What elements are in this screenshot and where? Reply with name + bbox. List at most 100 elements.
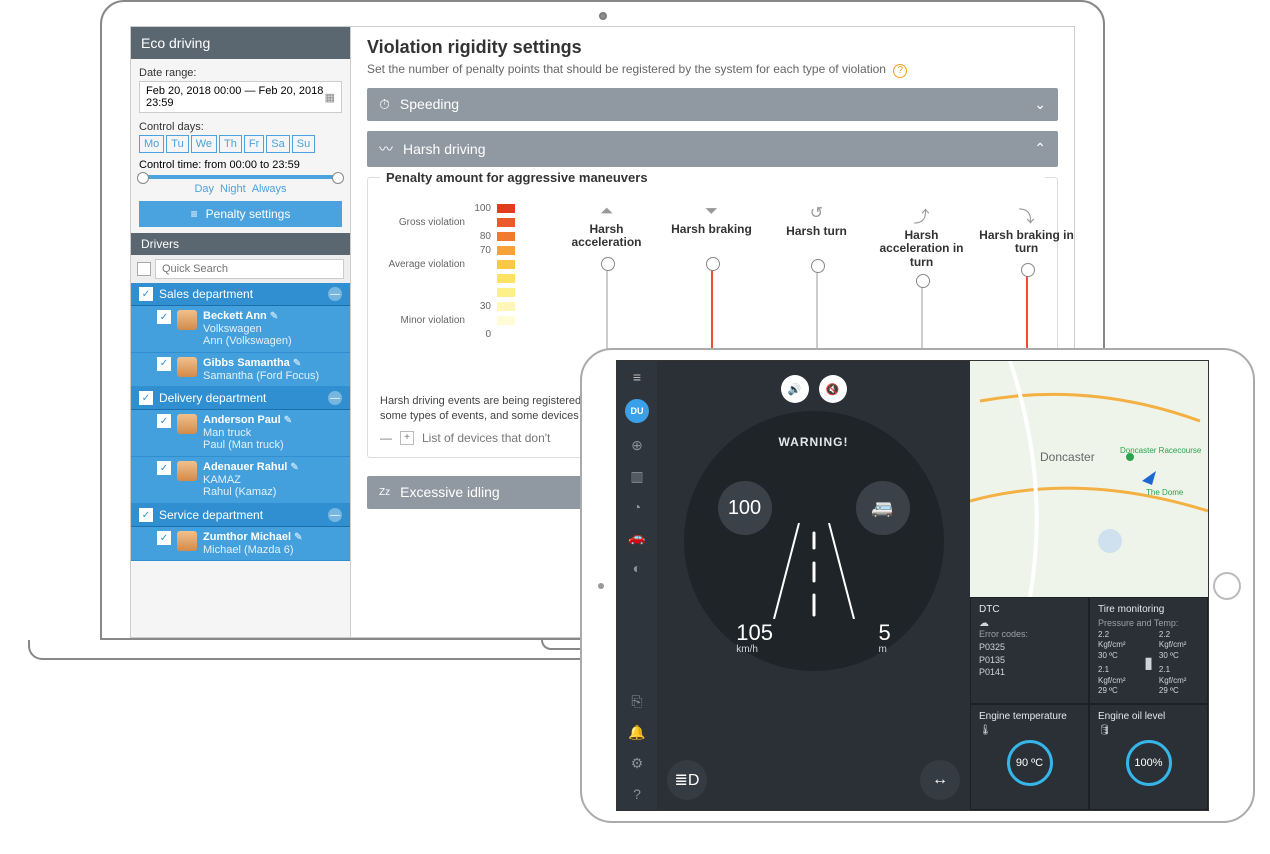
bell-icon[interactable]: 🔔 [628, 724, 645, 741]
drivers-header: Drivers [131, 233, 350, 255]
avatar [177, 310, 197, 330]
tablet-home-button[interactable] [1213, 572, 1241, 600]
select-all-checkbox[interactable] [137, 262, 151, 276]
edit-icon[interactable]: ✎ [293, 358, 301, 369]
tile-dtc[interactable]: DTC ☁ Error codes: P0325 P0135 P0141 [970, 597, 1089, 704]
chart-icon[interactable]: ▥ [630, 468, 643, 485]
day-fr[interactable]: Fr [244, 135, 264, 153]
clock-icon[interactable]: ◔ [633, 499, 641, 515]
sound-on-button[interactable]: 🔊 [781, 375, 809, 403]
accordion-speeding[interactable]: ⏱ Speeding ⌄ [367, 88, 1058, 121]
day-mo[interactable]: Mo [139, 135, 164, 153]
plus-icon: + [400, 431, 414, 445]
warning-label: WARNING! [779, 435, 849, 449]
control-days-label: Control days: [139, 121, 204, 133]
edit-icon[interactable]: ✎ [290, 462, 298, 473]
date-range-label: Date range: [139, 67, 196, 79]
road-icon [754, 523, 874, 619]
chevron-up-icon: ⌃ [1034, 140, 1046, 157]
hamburger-icon[interactable]: ≡ [633, 369, 641, 385]
lane-toggle-button[interactable]: ↔ [920, 760, 960, 800]
driver-sub1: KAMAZ [203, 474, 241, 486]
maneuver-icon: ⏷ [659, 203, 764, 221]
headlights-button[interactable]: ≣D [667, 760, 707, 800]
minus-icon: — [380, 431, 392, 445]
group-checkbox[interactable]: ✓ [139, 391, 153, 405]
driver-row[interactable]: ✓Beckett Ann ✎VolkswagenAnn (Volkswagen) [131, 306, 350, 353]
preset-day[interactable]: Day [194, 183, 214, 195]
date-range-value: Feb 20, 2018 00:00 — Feb 20, 2018 23:59 [146, 85, 325, 109]
edit-icon[interactable]: ✎ [294, 532, 302, 543]
group-checkbox[interactable]: ✓ [139, 287, 153, 301]
day-tu[interactable]: Tu [166, 135, 188, 153]
control-time-label: Control time: from 00:00 to 23:59 [139, 159, 342, 171]
severity-scale: 100Gross violation8070Average violation3… [380, 203, 530, 343]
maneuver-name: Harsh braking in turn [974, 229, 1074, 259]
engtemp-value: 90 ºC [1007, 740, 1053, 786]
help-icon[interactable]: ? [893, 64, 907, 78]
time-slider[interactable] [139, 175, 342, 179]
range-readout: 5m [878, 622, 890, 655]
day-we[interactable]: We [191, 135, 217, 153]
day-sa[interactable]: Sa [266, 135, 289, 153]
preset-always[interactable]: Always [252, 183, 287, 195]
penalty-settings-label: Penalty settings [206, 207, 291, 221]
collapse-icon[interactable]: — [328, 287, 342, 301]
group-name: Delivery department [159, 391, 266, 405]
driver-row[interactable]: ✓Gibbs Samantha ✎Samantha (Ford Focus) [131, 353, 350, 387]
accordion-harsh-label: Harsh driving [403, 141, 485, 157]
help-icon[interactable]: ? [633, 786, 641, 802]
driver-row[interactable]: ✓Zumthor Michael ✎Michael (Mazda 6) [131, 527, 350, 561]
date-range-picker[interactable]: Feb 20, 2018 00:00 — Feb 20, 2018 23:59 … [139, 81, 342, 113]
edit-icon[interactable]: ✎ [284, 415, 292, 426]
group-checkbox[interactable]: ✓ [139, 508, 153, 522]
maneuver-icon: ⏶ [554, 203, 659, 221]
gear-icon[interactable]: ⚙ [631, 755, 644, 772]
maneuver-icon: ⤵ [974, 203, 1074, 227]
engtemp-title: Engine temperature [979, 711, 1080, 722]
maneuver-icon: ↺ [764, 203, 869, 223]
collapse-icon[interactable]: — [328, 391, 342, 405]
maneuver-icon: ⤴ [869, 203, 974, 227]
avatar [177, 531, 197, 551]
du-badge[interactable]: DU [625, 399, 649, 423]
driver-checkbox[interactable]: ✓ [157, 357, 171, 371]
calendar-icon[interactable]: ▦ [325, 91, 335, 104]
car-icon[interactable]: 🚗 [628, 529, 645, 546]
tile-oil[interactable]: Engine oil level 🛢 100% [1089, 704, 1208, 811]
tile-engine-temp[interactable]: Engine temperature 🌡 90 ºC [970, 704, 1089, 811]
sound-off-button[interactable]: 🔇 [819, 375, 847, 403]
edit-icon[interactable]: ✎ [270, 311, 278, 322]
day-th[interactable]: Th [219, 135, 242, 153]
globe-icon[interactable]: ⊕ [631, 437, 643, 454]
preset-night[interactable]: Night [220, 183, 246, 195]
device-list-label: List of devices that don't [422, 431, 550, 445]
group-header[interactable]: ✓Service department— [131, 504, 350, 527]
driver-row[interactable]: ✓Anderson Paul ✎Man truckPaul (Man truck… [131, 410, 350, 457]
driver-name: Anderson Paul ✎ [203, 414, 292, 426]
collision-gauge: WARNING! 100 🚐 105km/h 5m [684, 411, 944, 671]
driver-name: Beckett Ann ✎ [203, 310, 278, 322]
day-su[interactable]: Su [292, 135, 315, 153]
collapse-icon[interactable]: — [328, 508, 342, 522]
group-header[interactable]: ✓ Delivery department — [131, 387, 350, 410]
gauge-icon[interactable]: ◐ [633, 560, 641, 576]
driver-checkbox[interactable]: ✓ [157, 531, 171, 545]
days-row: Mo Tu We Th Fr Sa Su [139, 135, 342, 153]
group-header[interactable]: ✓Sales department— [131, 283, 350, 306]
dashboard: 🔊 🔇 WARNING! 100 🚐 105km/h 5m ≣D ↔ [657, 361, 970, 810]
driver-name: Gibbs Samantha ✎ [203, 357, 301, 369]
driver-checkbox[interactable]: ✓ [157, 461, 171, 475]
penalty-settings-button[interactable]: ≡ Penalty settings [139, 201, 342, 227]
search-input[interactable] [155, 259, 344, 279]
driver-checkbox[interactable]: ✓ [157, 310, 171, 324]
driver-checkbox[interactable]: ✓ [157, 414, 171, 428]
driver-row[interactable]: ✓Adenauer Rahul ✎KAMAZRahul (Kamaz) [131, 457, 350, 504]
chevron-down-icon: ⌄ [1034, 96, 1046, 113]
exit-icon[interactable]: ⎘ [631, 693, 642, 710]
map[interactable]: Doncaster Doncaster Racecourse The Dome [970, 361, 1208, 597]
tile-tire[interactable]: Tire monitoring Pressure and Temp: 2.2 K… [1089, 597, 1208, 704]
speedometer-icon: ⏱ [379, 96, 390, 113]
maneuver-name: Harsh turn [764, 225, 869, 255]
accordion-harsh[interactable]: 〰 Harsh driving ⌃ [367, 131, 1058, 167]
